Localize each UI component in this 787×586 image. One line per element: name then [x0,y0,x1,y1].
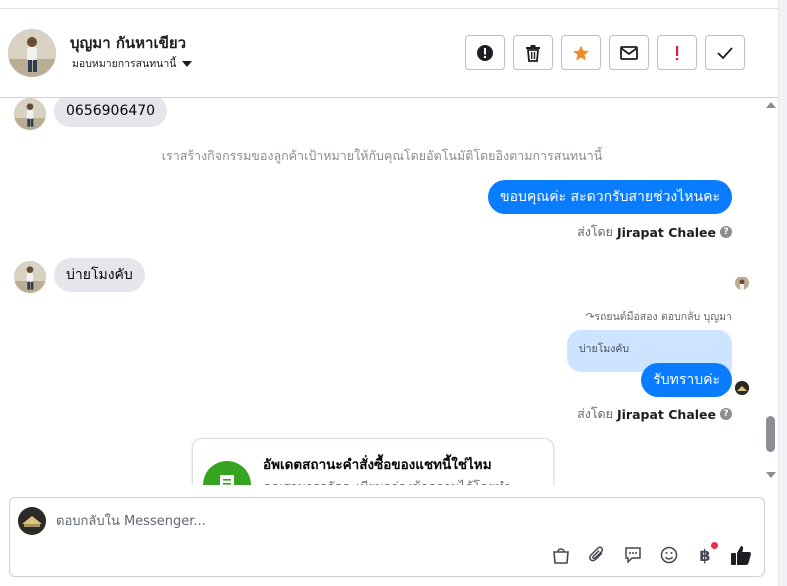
chat-bubble-icon[interactable] [622,544,644,566]
incoming-message-phone[interactable]: 0656906470 [54,98,168,127]
contact-avatar-small [14,261,46,293]
scroll-thumb[interactable] [766,416,775,452]
help-icon[interactable]: ? [720,408,732,420]
thumbs-up-icon[interactable] [730,544,752,566]
page-avatar [18,507,46,535]
done-button[interactable] [705,35,745,70]
page-avatar-small [735,381,749,395]
reply-context-text: รถยนต์มือสอง ตอบกลับ บุญมา [594,311,732,323]
system-note: เราสร้างกิจกรรมของลูกค้าเป้าหมายให้กับคุ… [161,148,603,163]
page-scroll-rail[interactable] [778,0,787,586]
spam-button[interactable] [465,35,505,70]
star-button[interactable] [561,35,601,70]
sent-by-label: ส่งโดย Jirapat Chalee ? [577,404,732,424]
important-button[interactable] [657,35,697,70]
emoji-icon[interactable] [658,544,680,566]
thread-scrollbar[interactable] [764,98,778,485]
exclamation-icon [676,45,679,60]
receipt-icon [203,461,251,485]
sent-by-name: Jirapat Chalee [617,224,716,240]
notification-dot [711,542,718,549]
baht-symbol: ฿ [699,545,711,565]
conversation-toolbar [465,35,745,70]
composer-tools: ฿ [550,542,752,566]
sent-by-name: Jirapat Chalee [617,406,716,422]
outgoing-message-thanks[interactable]: ขอบคุณค่ะ สะดวกรับสายช่วงไหนคะ [488,180,732,214]
shopping-bag-icon[interactable] [550,544,572,566]
conversation-header: บุญมา กันหาเขียว มอบหมายการสนทนานี้ [0,10,778,98]
order-status-card[interactable]: อัพเดตสถานะคำสั่งซื้อของแชทนี้ใช่ไหม คุณ… [192,438,554,485]
reply-context-label: ↷รถยนต์มือสอง ตอบกลับ บุญมา [586,308,732,325]
mark-unread-button[interactable] [609,35,649,70]
outgoing-message-ack[interactable]: รับทราบค่ะ [641,363,732,397]
star-icon [573,45,589,60]
top-edge [0,0,778,9]
paperclip-icon[interactable] [586,544,608,566]
delete-button[interactable] [513,35,553,70]
baht-icon[interactable]: ฿ [694,542,718,566]
trash-icon [526,44,540,62]
envelope-icon [620,45,638,60]
scroll-up-arrow-icon[interactable] [766,102,776,108]
caret-down-icon [182,60,193,67]
reply-composer: ฿ [9,497,765,577]
assign-conversation-dropdown[interactable]: มอบหมายการสนทนานี้ [72,55,193,72]
message-thread[interactable]: 0656906470 เราสร้างกิจกรรมของลูกค้าเป้าห… [0,98,764,485]
help-icon[interactable]: ? [720,226,732,238]
scroll-down-arrow-icon[interactable] [766,472,776,478]
assign-label: มอบหมายการสนทนานี้ [72,58,177,70]
sent-by-label: ส่งโดย Jirapat Chalee ? [577,222,732,242]
check-icon [717,46,733,59]
sent-by-prefix: ส่งโดย [577,224,613,239]
contact-name[interactable]: บุญมา กันหาเขียว [70,31,186,55]
seen-avatar [735,276,749,290]
contact-avatar[interactable] [8,29,56,77]
alert-circle-icon [477,44,493,61]
card-body: คุณสามารถจัดระเบียบกล่องข้อความได้โดยทำ [263,477,511,485]
card-title: อัพเดตสถานะคำสั่งซื้อของแชทนี้ใช่ไหม [263,457,492,473]
incoming-message-afternoon[interactable]: บ่ายโมงคับ [54,258,145,292]
contact-avatar-small [14,98,46,130]
sent-by-prefix: ส่งโดย [577,406,613,421]
reply-input[interactable] [56,510,656,532]
